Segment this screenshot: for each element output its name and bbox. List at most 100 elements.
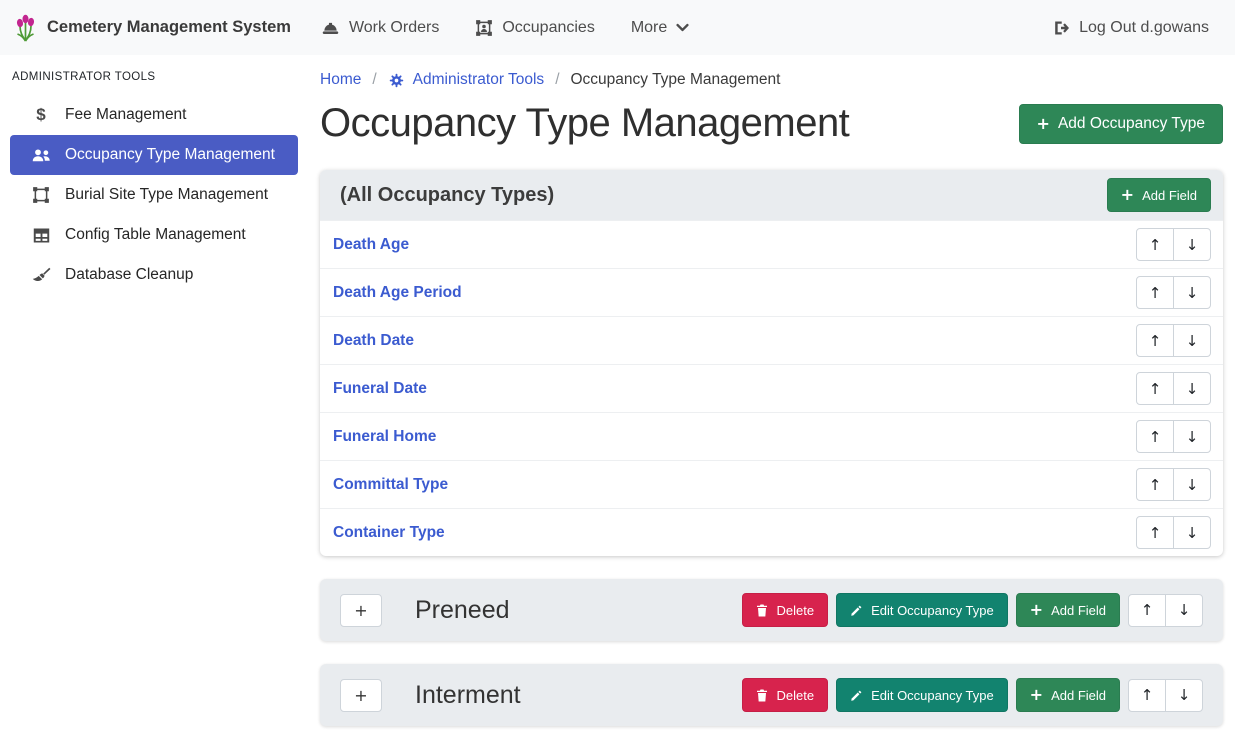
add-field-button[interactable]: + Add Field [1016, 593, 1120, 627]
breadcrumb: Home / Administrator Tool [320, 71, 1223, 89]
app-brand[interactable]: Cemetery Management System [14, 14, 291, 42]
arrow-up-icon: ↑ [1141, 686, 1154, 704]
arrow-down-icon: ↓ [1186, 236, 1199, 254]
table-icon [30, 227, 52, 244]
main-content: Home / Administrator Tool [310, 55, 1235, 726]
all-occupancy-types-panel: (All Occupancy Types) + Add Field Death … [320, 170, 1223, 556]
field-link[interactable]: Death Date [333, 332, 414, 350]
reorder-buttons: ↑ ↓ [1136, 324, 1211, 357]
add-occupancy-type-button[interactable]: + Add Occupancy Type [1019, 104, 1223, 144]
add-field-button[interactable]: + Add Field [1107, 178, 1211, 212]
plus-icon: + [1037, 116, 1050, 132]
sidebar-item-burial-site-type-management[interactable]: Burial Site Type Management [10, 175, 298, 215]
sidebar-item-fee-management[interactable]: $ Fee Management [10, 95, 298, 135]
sidebar: Administrator Tools $ Fee Management Occ… [0, 55, 310, 295]
reorder-buttons: ↑ ↓ [1136, 372, 1211, 405]
dollar-icon: $ [30, 105, 52, 125]
move-up-button[interactable]: ↑ [1136, 324, 1174, 357]
move-up-button[interactable]: ↑ [1136, 372, 1174, 405]
move-up-button[interactable]: ↑ [1128, 594, 1166, 627]
expand-button[interactable]: + [340, 679, 382, 712]
field-link[interactable]: Death Age Period [333, 284, 462, 302]
add-occupancy-type-label: Add Occupancy Type [1058, 115, 1205, 133]
move-down-button[interactable]: ↓ [1173, 516, 1211, 549]
move-down-button[interactable]: ↓ [1173, 276, 1211, 309]
trash-icon [756, 689, 768, 702]
field-row: Death Date ↑ ↓ [320, 316, 1223, 364]
field-link[interactable]: Funeral Date [333, 380, 427, 398]
arrow-up-icon: ↑ [1149, 332, 1162, 350]
logout-label: Log Out d.gowans [1079, 19, 1209, 37]
logout-button[interactable]: Log Out d.gowans [1052, 19, 1209, 37]
nav-work-orders-label: Work Orders [349, 19, 439, 37]
move-up-button[interactable]: ↑ [1136, 420, 1174, 453]
sidebar-heading: Administrator Tools [12, 71, 310, 83]
section-name: Preneed [415, 596, 510, 625]
move-down-button[interactable]: ↓ [1173, 420, 1211, 453]
move-down-button[interactable]: ↓ [1173, 372, 1211, 405]
brand-title: Cemetery Management System [47, 18, 291, 37]
arrow-up-icon: ↑ [1149, 476, 1162, 494]
gear-icon [388, 72, 405, 89]
breadcrumb-home-link[interactable]: Home [320, 71, 361, 89]
arrow-down-icon: ↓ [1178, 601, 1191, 619]
move-up-button[interactable]: ↑ [1136, 276, 1174, 309]
delete-button[interactable]: Delete [742, 593, 828, 627]
arrow-up-icon: ↑ [1149, 380, 1162, 398]
plus-icon: + [354, 601, 367, 620]
add-field-label: Add Field [1142, 188, 1197, 203]
arrow-down-icon: ↓ [1186, 332, 1199, 350]
edit-occupancy-type-label: Edit Occupancy Type [871, 688, 994, 703]
move-up-button[interactable]: ↑ [1136, 468, 1174, 501]
arrow-up-icon: ↑ [1149, 428, 1162, 446]
sidebar-item-label: Database Cleanup [65, 266, 193, 284]
edit-occupancy-type-button[interactable]: Edit Occupancy Type [836, 593, 1008, 627]
sidebar-item-label: Fee Management [65, 106, 187, 124]
delete-button[interactable]: Delete [742, 678, 828, 712]
sidebar-item-label: Burial Site Type Management [65, 186, 268, 204]
nav-occupancies[interactable]: Occupancies [475, 19, 595, 37]
delete-label: Delete [776, 603, 814, 618]
reorder-buttons: ↑ ↓ [1128, 679, 1203, 712]
nav-more[interactable]: More [631, 19, 689, 37]
move-down-button[interactable]: ↓ [1165, 679, 1203, 712]
move-down-button[interactable]: ↓ [1173, 228, 1211, 261]
arrow-up-icon: ↑ [1149, 236, 1162, 254]
move-up-button[interactable]: ↑ [1136, 228, 1174, 261]
plus-icon: + [1030, 687, 1043, 703]
reorder-buttons: ↑ ↓ [1136, 516, 1211, 549]
section-actions: Delete Edit Occupancy Type + Add Field [742, 593, 1203, 627]
arrow-down-icon: ↓ [1178, 686, 1191, 704]
field-link[interactable]: Death Age [333, 236, 409, 254]
edit-occupancy-type-button[interactable]: Edit Occupancy Type [836, 678, 1008, 712]
add-field-button[interactable]: + Add Field [1016, 678, 1120, 712]
field-row: Death Age ↑ ↓ [320, 220, 1223, 268]
add-field-label: Add Field [1051, 688, 1106, 703]
arrow-down-icon: ↓ [1186, 284, 1199, 302]
breadcrumb-admin-tools-link[interactable]: Administrator Tools [388, 71, 545, 89]
move-up-button[interactable]: ↑ [1128, 679, 1166, 712]
reorder-buttons: ↑ ↓ [1136, 468, 1211, 501]
field-link[interactable]: Committal Type [333, 476, 448, 494]
field-link[interactable]: Funeral Home [333, 428, 436, 446]
move-down-button[interactable]: ↓ [1165, 594, 1203, 627]
reorder-buttons: ↑ ↓ [1136, 228, 1211, 261]
breadcrumb-separator: / [555, 71, 559, 89]
move-down-button[interactable]: ↓ [1173, 324, 1211, 357]
expand-button[interactable]: + [340, 594, 382, 627]
field-row: Container Type ↑ ↓ [320, 508, 1223, 556]
arrow-down-icon: ↓ [1186, 428, 1199, 446]
top-navbar: Cemetery Management System Work Orders [0, 0, 1235, 55]
move-up-button[interactable]: ↑ [1136, 516, 1174, 549]
plus-icon: + [1030, 602, 1043, 618]
pencil-icon [850, 604, 863, 617]
sidebar-item-occupancy-type-management[interactable]: Occupancy Type Management [10, 135, 298, 175]
field-link[interactable]: Container Type [333, 524, 445, 542]
nav-work-orders[interactable]: Work Orders [321, 19, 439, 37]
title-row: Occupancy Type Management + Add Occupanc… [320, 101, 1223, 146]
breadcrumb-separator: / [372, 71, 376, 89]
sidebar-item-label: Occupancy Type Management [65, 146, 275, 164]
move-down-button[interactable]: ↓ [1173, 468, 1211, 501]
sidebar-item-config-table-management[interactable]: Config Table Management [10, 215, 298, 255]
sidebar-item-database-cleanup[interactable]: Database Cleanup [10, 255, 298, 295]
